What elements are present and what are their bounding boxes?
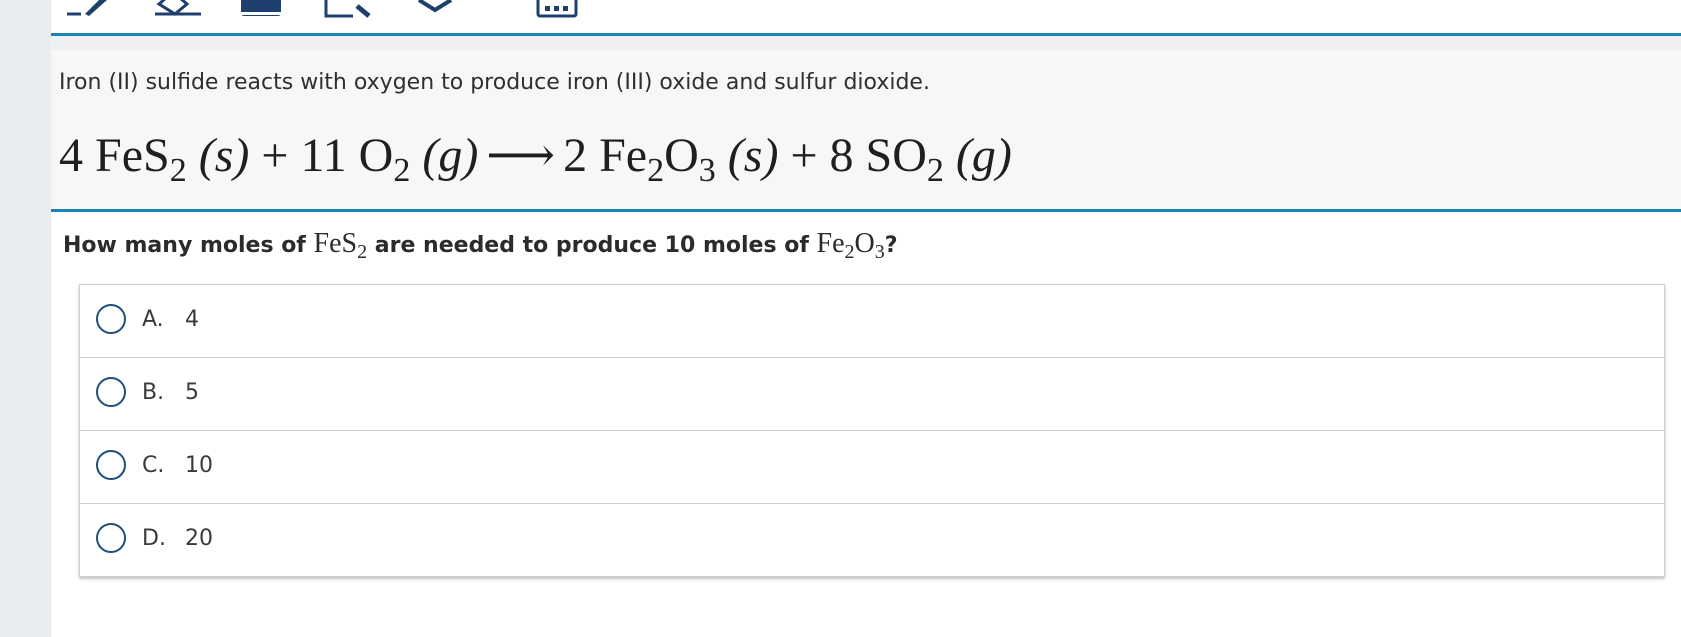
coefficient: 4 (59, 129, 83, 182)
radio-button[interactable] (96, 304, 126, 334)
state-label: (g) (422, 129, 479, 182)
subscript: 3 (874, 241, 885, 263)
formula-text: Fe (816, 228, 845, 259)
state-label: (s) (727, 129, 779, 182)
crossout-icon[interactable] (413, 0, 457, 18)
left-rail (0, 0, 51, 637)
stimulus-panel: Iron (II) sulfide reacts with oxygen to … (51, 50, 1681, 212)
plus-sign: + (261, 129, 289, 182)
radio-button[interactable] (96, 377, 126, 407)
choice-letter: D. (142, 526, 166, 551)
subscript: 2 (357, 241, 368, 263)
choice-value: 5 (185, 380, 199, 405)
choice-value: 4 (185, 307, 199, 332)
coefficient: 8 (829, 129, 854, 182)
subscript: 2 (647, 152, 665, 189)
question-text: are needed to produce 10 moles of (367, 233, 817, 258)
formula-text: FeS (313, 228, 358, 259)
question-prompt: How many moles of FeS2 are needed to pro… (63, 228, 898, 264)
pen-icon[interactable] (63, 0, 107, 18)
eraser-icon[interactable] (151, 0, 205, 18)
subscript: 2 (926, 152, 944, 189)
formula-text: O (854, 228, 875, 259)
answer-choice-c[interactable]: C. 10 (80, 431, 1664, 504)
choice-letter: C. (142, 453, 165, 478)
question-text: ? (884, 233, 898, 258)
divider-band (51, 36, 1681, 50)
product-formula: Fe (599, 129, 648, 182)
radio-button[interactable] (96, 523, 126, 553)
reactant-formula: FeS (95, 129, 170, 182)
answer-choice-b[interactable]: B. 5 (80, 358, 1664, 431)
question-text: How many moles of (63, 233, 314, 258)
state-label: (g) (955, 129, 1012, 182)
stimulus-text: Iron (II) sulfide reacts with oxygen to … (59, 70, 930, 95)
choice-letter: A. (142, 307, 164, 332)
subscript: 2 (844, 241, 855, 263)
calculator-icon[interactable] (535, 0, 579, 18)
chemical-equation: 4 FeS2 (s) + 11 O2 (g) ⟶ 2 Fe2O3 (s) + 8 S… (59, 132, 1012, 188)
plus-sign: + (790, 129, 818, 182)
ruler-icon[interactable] (323, 0, 375, 18)
question-formula: Fe2O3 (816, 228, 885, 263)
product-formula: O (664, 129, 699, 182)
coefficient: 11 (300, 129, 347, 182)
state-label: (s) (198, 129, 250, 182)
question-formula: FeS2 (313, 228, 368, 263)
answer-choices: A. 4 B. 5 C. 10 D. 20 (79, 284, 1665, 577)
tool-bar (51, 0, 1681, 36)
reactant-formula: O (358, 129, 394, 182)
choice-value: 10 (185, 453, 213, 478)
product-formula: SO (865, 129, 927, 182)
subscript: 2 (169, 152, 187, 189)
notepad-icon[interactable] (239, 0, 283, 18)
radio-button[interactable] (96, 450, 126, 480)
reaction-arrow: ⟶ (486, 129, 556, 182)
coefficient: 2 (563, 129, 588, 182)
choice-value: 20 (185, 526, 213, 551)
choice-letter: B. (142, 380, 165, 405)
answer-choice-a[interactable]: A. 4 (80, 285, 1664, 358)
subscript: 3 (698, 152, 716, 189)
subscript: 2 (393, 152, 411, 189)
answer-choice-d[interactable]: D. 20 (80, 504, 1664, 576)
